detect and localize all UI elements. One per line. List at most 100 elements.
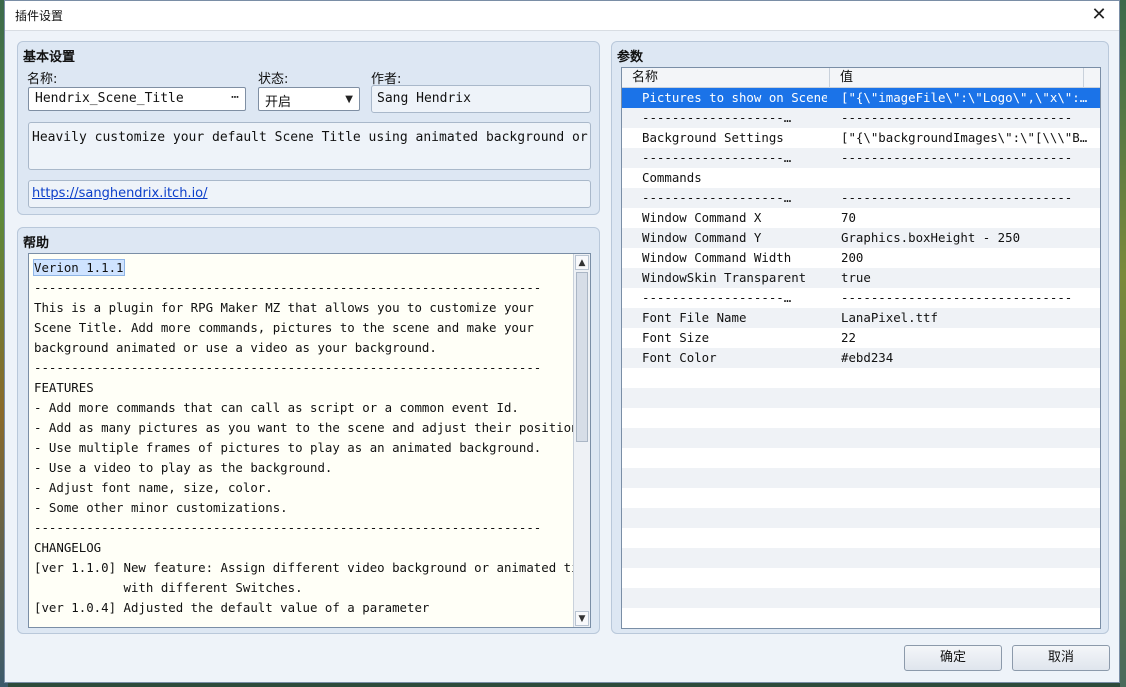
param-name: Pictures to show on Scene: [642, 90, 827, 105]
scroll-thumb[interactable]: [576, 272, 588, 442]
name-label: 名称:: [27, 72, 58, 87]
status-value: 开启: [265, 95, 292, 110]
param-name: Background Settings: [642, 130, 784, 145]
table-header: 名称 值: [622, 68, 1100, 88]
empty-row: [622, 548, 1100, 568]
table-row[interactable]: Window Command Width 200: [622, 248, 1100, 268]
basic-settings-title: 基本设置: [23, 50, 76, 65]
param-name: WindowSkin Transparent: [642, 270, 807, 285]
name-value: Hendrix_Scene_Title: [35, 91, 184, 106]
table-row[interactable]: Window Command X 70: [622, 208, 1100, 228]
help-title: 帮助: [23, 236, 50, 251]
table-row[interactable]: Pictures to show on Scene ["{\"imageFile\…: [622, 88, 1100, 108]
empty-row: [622, 428, 1100, 448]
table-row[interactable]: WindowSkin Transparent true: [622, 268, 1100, 288]
empty-row: [622, 488, 1100, 508]
param-value: true: [841, 270, 871, 285]
background-strip-right: [1120, 0, 1126, 687]
author-value: Sang Hendrix: [377, 91, 471, 106]
help-line: Scene Title. Add more commands, pictures…: [34, 320, 534, 335]
help-text: Verion 1.1.1 ----------------------------…: [33, 258, 591, 618]
help-line: ----------------------------------------…: [34, 280, 542, 295]
param-value: #ebd234: [841, 350, 894, 365]
plugin-url-link[interactable]: https://sanghendrix.itch.io/: [32, 186, 208, 201]
table-row[interactable]: Font Color #ebd234: [622, 348, 1100, 368]
help-line: ----------------------------------------…: [34, 360, 542, 375]
help-line: - Use a video to play as the background.: [34, 460, 333, 475]
help-group: 帮助 Verion 1.1.1 -------------------------…: [17, 227, 600, 634]
help-line: [ver 1.0.4] Adjusted the default value o…: [34, 600, 430, 615]
help-line: This is a plugin for RPG Maker MZ that a…: [34, 300, 534, 315]
cancel-button[interactable]: 取消: [1012, 645, 1110, 671]
help-line: [ver 1.1.0] New feature: Assign differen…: [34, 560, 591, 575]
status-select[interactable]: 开启 ▼: [258, 87, 360, 111]
parameters-table: 名称 值 Pictures to show on Scene ["{\"image…: [621, 67, 1101, 629]
empty-row: [622, 588, 1100, 608]
name-field[interactable]: Hendrix_Scene_Title ⋯: [28, 87, 246, 111]
param-value: -------------------------------: [841, 190, 1073, 205]
help-line: - Add as many pictures as you want to th…: [34, 420, 587, 435]
param-name: Font Size: [642, 330, 710, 345]
help-line: - Use multiple frames of pictures to pla…: [34, 440, 542, 455]
description-value: Heavily customize your default Scene Tit…: [32, 130, 591, 145]
param-value: 200: [841, 250, 864, 265]
param-value: Graphics.boxHeight - 250: [841, 230, 1021, 245]
help-line: with different Switches.: [34, 580, 303, 595]
url-field[interactable]: https://sanghendrix.itch.io/: [28, 180, 591, 208]
table-row[interactable]: Font File Name LanaPixel.ttf: [622, 308, 1100, 328]
scroll-up-icon[interactable]: ▲: [575, 255, 589, 270]
empty-row: [622, 408, 1100, 428]
param-value: 70: [841, 210, 856, 225]
close-icon[interactable]: ✕: [1089, 6, 1109, 26]
param-value: -------------------------------: [841, 290, 1073, 305]
param-value: -------------------------------: [841, 110, 1073, 125]
help-line: Verion 1.1.1: [33, 259, 125, 276]
help-text-area[interactable]: Verion 1.1.1 ----------------------------…: [28, 253, 591, 628]
parameter-rows: Pictures to show on Scene ["{\"imageFile\…: [622, 88, 1100, 628]
title-bar: 插件设置 ✕: [5, 1, 1119, 31]
table-row[interactable]: -------------------… --------------------…: [622, 148, 1100, 168]
param-value: -------------------------------: [841, 150, 1073, 165]
help-scrollbar[interactable]: ▲ ▼: [573, 254, 590, 627]
empty-row: [622, 508, 1100, 528]
table-row[interactable]: Font Size 22: [622, 328, 1100, 348]
parameters-group: 参数 名称 值 Pictures to show on Scene ["{\"im…: [611, 41, 1109, 634]
empty-row: [622, 608, 1100, 628]
help-line: CHANGELOG: [34, 540, 102, 555]
ellipsis-icon: ⋯: [231, 90, 239, 105]
window-title: 插件设置: [15, 9, 64, 23]
description-field[interactable]: Heavily customize your default Scene Tit…: [28, 122, 591, 170]
table-row[interactable]: -------------------… --------------------…: [622, 288, 1100, 308]
table-row[interactable]: Commands: [622, 168, 1100, 188]
author-field[interactable]: Sang Hendrix: [371, 85, 591, 113]
help-line: - Adjust font name, size, color.: [34, 480, 273, 495]
param-value: ["{\"imageFile\":\"Logo\",\"x\":…: [841, 90, 1088, 105]
empty-row: [622, 448, 1100, 468]
parameters-title: 参数: [617, 50, 644, 65]
help-line: FEATURES: [34, 380, 94, 395]
param-value: ["{\"backgroundImages\":\"[\\\"B…: [841, 130, 1088, 145]
empty-row: [622, 528, 1100, 548]
table-row[interactable]: -------------------… --------------------…: [622, 108, 1100, 128]
param-name: Font File Name: [642, 310, 747, 325]
scroll-down-icon[interactable]: ▼: [575, 611, 589, 626]
help-line: background animated or use a video as yo…: [34, 340, 437, 355]
help-line: ----------------------------------------…: [34, 520, 542, 535]
param-name: Window Command Y: [642, 230, 762, 245]
table-row[interactable]: Window Command Y Graphics.boxHeight - 250: [622, 228, 1100, 248]
param-name: -------------------…: [642, 110, 792, 125]
column-header-value[interactable]: 值: [830, 68, 1084, 88]
empty-row: [622, 368, 1100, 388]
table-row[interactable]: -------------------… --------------------…: [622, 188, 1100, 208]
plugin-settings-dialog: 插件设置 ✕ 基本设置 名称: Hendrix_Scene_Title ⋯ 状态…: [4, 0, 1120, 683]
param-name: Window Command X: [642, 210, 762, 225]
empty-row: [622, 388, 1100, 408]
param-value: 22: [841, 330, 856, 345]
param-name: Font Color: [642, 350, 717, 365]
param-name: -------------------…: [642, 190, 792, 205]
column-header-name[interactable]: 名称: [622, 68, 830, 88]
chevron-down-icon: ▼: [345, 94, 353, 105]
ok-button[interactable]: 确定: [904, 645, 1002, 671]
table-row[interactable]: Background Settings ["{\"backgroundImages…: [622, 128, 1100, 148]
status-label: 状态:: [258, 72, 289, 87]
